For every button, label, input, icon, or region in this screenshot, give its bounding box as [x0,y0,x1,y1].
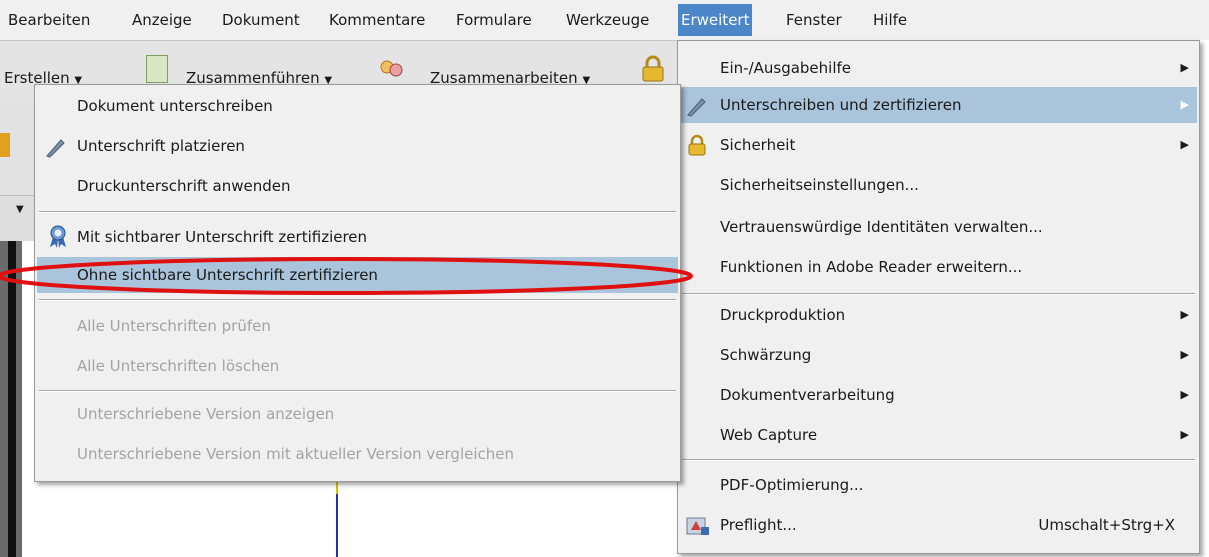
menu-item-ein-ausgabehilfe[interactable]: Ein-/Ausgabehilfe ▶ [680,50,1197,86]
collaborate-icon [378,55,404,81]
pen-icon [686,94,708,117]
erweitert-menu: Ein-/Ausgabehilfe ▶ Unterschreiben und z… [677,40,1200,554]
submenu-arrow-icon: ▶ [1180,98,1189,111]
menu-item-alle-loeschen: Alle Unterschriften löschen [37,348,678,384]
menu-item-label: Unterschreiben und zertifizieren [720,96,962,114]
menu-item-schwaerzung[interactable]: Schwärzung ▶ [680,337,1197,373]
menu-item-shortcut: Umschalt+Strg+X [1038,516,1175,534]
menu-item-druckunterschrift[interactable]: Druckunterschrift anwenden [37,168,678,204]
menu-item-druckproduktion[interactable]: Druckproduktion ▶ [680,297,1197,333]
menu-item-unterschrift-platzieren[interactable]: Unterschrift platzieren [37,128,678,164]
preflight-icon [686,514,709,536]
menu-item-label: Alle Unterschriften löschen [77,357,280,375]
menu-kommentare[interactable]: Kommentare [326,0,428,40]
menu-anzeige[interactable]: Anzeige [129,0,195,40]
menu-item-label: Druckunterschrift anwenden [77,177,291,195]
menu-item-label: Vertrauenswürdige Identitäten verwalten.… [720,218,1043,236]
menu-item-dokument-unterschreiben[interactable]: Dokument unterschreiben [37,88,678,124]
menu-formulare[interactable]: Formulare [453,0,535,40]
menu-separator [39,211,676,213]
submenu-arrow-icon: ▶ [1180,348,1189,361]
menu-separator [39,299,676,301]
menu-item-label: Preflight... [720,516,797,534]
menu-item-label: Schwärzung [720,346,812,364]
submenu-arrow-icon: ▶ [1180,308,1189,321]
menu-separator [682,459,1195,461]
submenu-arrow-icon: ▶ [1180,61,1189,74]
menu-item-label: Mit sichtbarer Unterschrift zertifiziere… [77,228,368,246]
menu-item-web-capture[interactable]: Web Capture ▶ [680,417,1197,453]
menu-bar: Bearbeiten Anzeige Dokument Kommentare F… [0,0,1209,40]
menu-item-reader-erweitern[interactable]: Funktionen in Adobe Reader erweitern... [680,249,1197,285]
guide-line-marker [336,480,338,494]
lock-icon [686,133,708,156]
menu-separator [39,390,676,392]
menu-item-identitaeten-verwalten[interactable]: Vertrauenswürdige Identitäten verwalten.… [680,209,1197,245]
lock-icon[interactable] [640,55,666,83]
merge-icon [146,55,168,83]
submenu-arrow-icon: ▶ [1180,138,1189,151]
menu-item-label: Dokument unterschreiben [77,97,273,115]
toolbar-fragment-icon [0,133,10,157]
menu-item-label: PDF-Optimierung... [720,476,864,494]
menu-fenster[interactable]: Fenster [783,0,845,40]
menu-werkzeuge[interactable]: Werkzeuge [563,0,652,40]
menu-item-sicherheit[interactable]: Sicherheit ▶ [680,127,1197,163]
menu-item-unterschreiben-zertifizieren[interactable]: Unterschreiben und zertifizieren ▶ [680,87,1197,123]
chevron-down-icon[interactable]: ▼ [16,204,24,215]
menu-item-label: Ein-/Ausgabehilfe [720,59,852,77]
menu-item-label: Dokumentverarbeitung [720,386,895,404]
menu-item-label: Web Capture [720,426,818,444]
submenu-arrow-icon: ▶ [1180,428,1189,441]
menu-item-label: Unterschriebene Version mit aktueller Ve… [77,445,515,463]
certificate-ribbon-icon [47,225,69,248]
submenu-arrow-icon: ▶ [1180,388,1189,401]
menu-hilfe[interactable]: Hilfe [870,0,910,40]
menu-dokument[interactable]: Dokument [219,0,303,40]
menu-item-label: Funktionen in Adobe Reader erweitern... [720,258,1023,276]
menu-item-label: Unterschrift platzieren [77,137,245,155]
menu-item-label: Druckproduktion [720,306,846,324]
menu-item-label: Alle Unterschriften prüfen [77,317,271,335]
menu-item-version-anzeigen: Unterschriebene Version anzeigen [37,396,678,432]
annotation-ellipse [0,257,693,295]
menu-item-dokumentverarbeitung[interactable]: Dokumentverarbeitung ▶ [680,377,1197,413]
menu-item-sicherheitseinstellungen[interactable]: Sicherheitseinstellungen... [680,167,1197,203]
menu-erweitert[interactable]: Erweitert [678,4,753,36]
menu-item-pdf-optimierung[interactable]: PDF-Optimierung... [680,467,1197,503]
menu-item-version-vergleichen: Unterschriebene Version mit aktueller Ve… [37,436,678,472]
pen-icon [45,135,67,158]
menu-item-label: Sicherheit [720,136,796,154]
menu-item-preflight[interactable]: Preflight... Umschalt+Strg+X [680,507,1197,543]
menu-bearbeiten[interactable]: Bearbeiten [5,0,93,40]
menu-item-label: Sicherheitseinstellungen... [720,176,919,194]
menu-item-sichtbar-zertifizieren[interactable]: Mit sichtbarer Unterschrift zertifiziere… [37,219,678,255]
menu-item-label: Unterschriebene Version anzeigen [77,405,335,423]
menu-item-alle-pruefen: Alle Unterschriften prüfen [37,308,678,344]
menu-separator [682,293,1195,295]
